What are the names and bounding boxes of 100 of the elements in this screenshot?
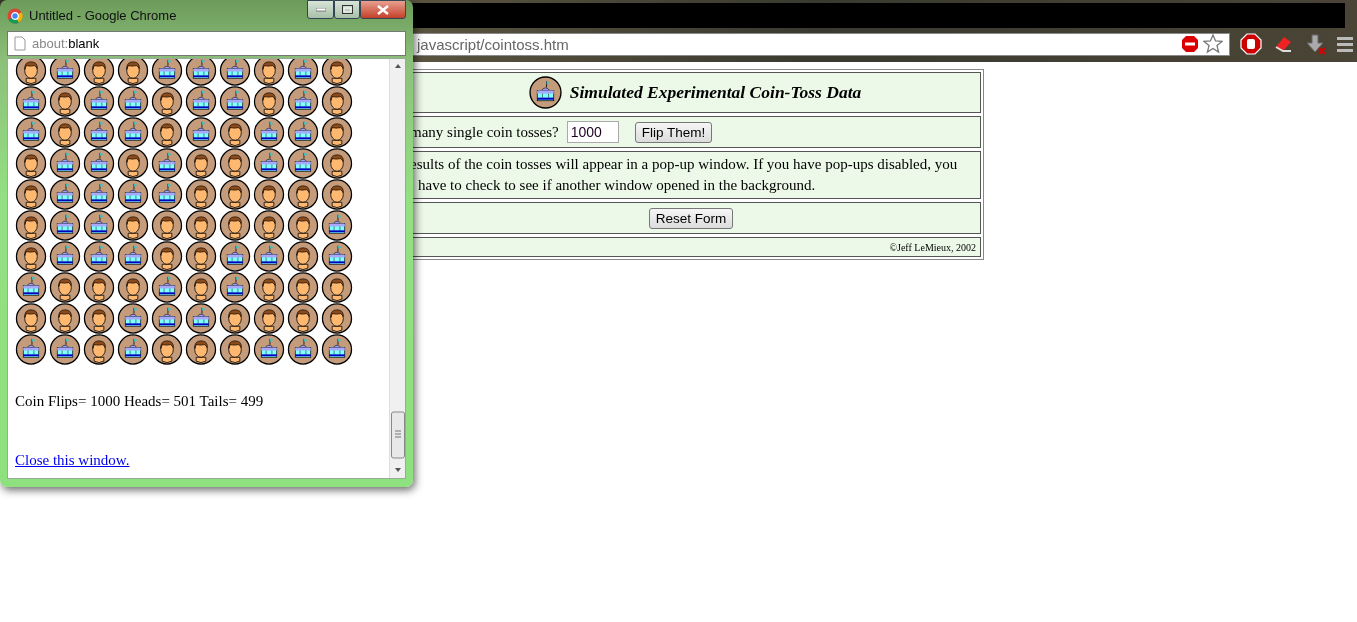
coin-tails-icon (219, 241, 251, 272)
reset-button[interactable]: Reset Form (648, 207, 734, 229)
close-button[interactable] (360, 0, 406, 19)
coin-tails-icon (321, 334, 353, 365)
maximize-button[interactable] (334, 0, 360, 19)
window-title: Untitled - Google Chrome (29, 8, 177, 23)
coin-heads-icon (253, 303, 285, 334)
close-window-link[interactable]: Close this window. (15, 452, 130, 469)
coin-tails-icon (185, 117, 217, 148)
coin-heads-icon (185, 179, 217, 210)
coin-tails-icon (253, 334, 285, 365)
coin-heads-icon (15, 179, 47, 210)
coin-tails-icon (49, 179, 81, 210)
coin-tails-icon (83, 179, 115, 210)
coin-heads-icon (15, 241, 47, 272)
coin-tails-icon (15, 117, 47, 148)
coin-heads-icon (185, 210, 217, 241)
coin-tails-icon (49, 241, 81, 272)
coin-heads-icon (219, 148, 251, 179)
coin-heads-icon (83, 303, 115, 334)
coin-heads-icon (117, 272, 149, 303)
coin-heads-icon (185, 272, 217, 303)
coin-heads-icon (185, 148, 217, 179)
coin-heads-icon (321, 117, 353, 148)
coin-heads-icon (185, 241, 217, 272)
coin-tails-icon (219, 272, 251, 303)
flip-button[interactable]: Flip Them! (634, 121, 713, 143)
coin-heads-icon (287, 272, 319, 303)
coin-tails-icon (287, 86, 319, 117)
address-bar[interactable]: about:blank (7, 31, 406, 56)
star-icon[interactable] (1203, 34, 1223, 54)
coin-tails-icon (49, 210, 81, 241)
coin-heads-icon (219, 179, 251, 210)
coin-tails-icon (287, 334, 319, 365)
coin-heads-icon (219, 334, 251, 365)
address-bar[interactable]: javascript/cointoss.htm (410, 32, 1230, 56)
menu-icon[interactable] (1336, 34, 1354, 54)
coin-heads-icon (151, 241, 183, 272)
coin-heads-icon (117, 59, 149, 86)
coin-tails-icon (151, 59, 183, 86)
coin-tails-icon (253, 241, 285, 272)
maximize-icon (341, 5, 353, 14)
address-page: blank (68, 36, 100, 51)
coin-tails-icon (321, 210, 353, 241)
address-scheme: about: (32, 36, 69, 51)
coin-tails-icon (287, 117, 319, 148)
coin-tails-icon (151, 272, 183, 303)
coin-tails-icon (287, 148, 319, 179)
minimize-button[interactable] (307, 0, 334, 19)
coin-tails-icon (528, 76, 562, 109)
coin-heads-icon (287, 303, 319, 334)
tosses-input[interactable]: 1000 (566, 121, 619, 143)
coin-heads-icon (219, 210, 251, 241)
page-icon (14, 36, 26, 51)
copyright-text: ©Jeff LeMieux, 2002 (889, 241, 976, 253)
coin-heads-icon (253, 179, 285, 210)
coin-tails-icon (15, 86, 47, 117)
coin-tails-icon (219, 86, 251, 117)
coin-heads-icon (151, 86, 183, 117)
coin-tails-icon (287, 59, 319, 86)
coin-tails-icon (151, 179, 183, 210)
coin-heads-icon (321, 86, 353, 117)
address-text: javascript/cointoss.htm (417, 35, 570, 53)
coin-heads-icon (15, 210, 47, 241)
coin-tails-icon (117, 179, 149, 210)
coin-heads-icon (49, 117, 81, 148)
coin-heads-icon (287, 241, 319, 272)
coin-tails-icon (253, 148, 285, 179)
coin-tails-icon (49, 59, 81, 86)
coin-tails-icon (49, 148, 81, 179)
coin-tails-icon (117, 303, 149, 334)
coin-heads-icon (15, 148, 47, 179)
coin-heads-icon (83, 59, 115, 86)
coin-heads-icon (185, 334, 217, 365)
coin-heads-icon (321, 59, 353, 86)
coin-heads-icon (83, 334, 115, 365)
coin-tails-icon (151, 148, 183, 179)
coin-tails-icon (15, 272, 47, 303)
coin-tails-icon (83, 117, 115, 148)
coin-heads-icon (49, 86, 81, 117)
coin-heads-icon (321, 272, 353, 303)
coin-tails-icon (253, 117, 285, 148)
scrollbar[interactable] (389, 59, 405, 478)
coin-heads-icon (49, 272, 81, 303)
coin-heads-icon (15, 303, 47, 334)
flip-summary: Coin Flips= 1000 Heads= 501 Tails= 499 (15, 393, 265, 410)
download-icon[interactable] (1304, 33, 1326, 55)
minimize-icon (315, 7, 326, 12)
coin-heads-icon (151, 210, 183, 241)
page-title: Simulated Experimental Coin-Toss Data (569, 82, 862, 103)
chrome-logo-icon (7, 7, 23, 24)
coin-tails-icon (185, 59, 217, 86)
coin-tails-icon (83, 241, 115, 272)
coin-tails-icon (83, 86, 115, 117)
coin-heads-icon (49, 303, 81, 334)
coin-heads-icon (253, 210, 285, 241)
coin-heads-icon (117, 148, 149, 179)
coin-heads-icon (151, 117, 183, 148)
coin-heads-icon (83, 272, 115, 303)
coin-heads-icon (321, 303, 353, 334)
